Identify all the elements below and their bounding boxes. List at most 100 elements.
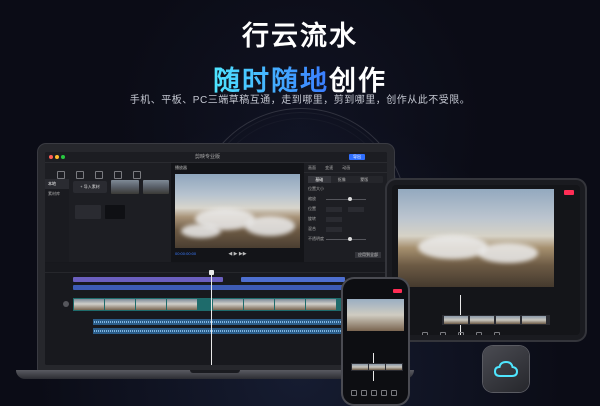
audio-track[interactable] <box>93 328 345 334</box>
effects-track-clip[interactable] <box>73 277 223 282</box>
player-panel: 播放器 00:00:00:00 ◀ ▶ ▶▶ <box>171 163 304 262</box>
inspector-row: 缩放 <box>308 196 383 204</box>
media-toolbar <box>57 166 167 197</box>
delete-icon[interactable] <box>476 332 482 335</box>
text-tab-icon[interactable] <box>95 171 103 179</box>
volume-icon[interactable] <box>440 332 446 335</box>
phone-preview-video[interactable] <box>347 299 404 331</box>
video-thumbnail <box>213 299 243 310</box>
sidebar-item-library[interactable]: 素材库 <box>45 189 69 199</box>
cloud-shape <box>245 216 295 236</box>
slider-knob[interactable] <box>348 197 352 201</box>
effects-icon[interactable] <box>381 390 387 396</box>
window-title: 剪映专业版 <box>195 154 221 160</box>
app-title-bar: 剪映专业版 导出 <box>45 152 387 163</box>
tablet-preview-video[interactable] <box>398 189 554 287</box>
play-icon[interactable]: ◀ ▶ ▶▶ <box>228 251 246 257</box>
effects-track-clip[interactable] <box>241 277 345 282</box>
close-window-dot[interactable] <box>49 155 53 159</box>
row-label: 缩放 <box>308 196 316 201</box>
hero-headline: 行云流水 随时随地创作 <box>0 14 600 98</box>
audio-track[interactable] <box>93 319 345 325</box>
tab-animation[interactable]: 动画 <box>342 165 350 170</box>
media-thumbnail[interactable] <box>111 180 139 194</box>
cloud-shape <box>418 235 488 259</box>
video-thumbnail <box>522 316 546 324</box>
position-y-field[interactable] <box>348 207 364 212</box>
position-x-field[interactable] <box>326 207 342 212</box>
effects-tab-icon[interactable] <box>133 171 141 179</box>
animation-icon[interactable] <box>458 332 464 335</box>
scale-slider[interactable] <box>326 199 366 200</box>
tablet-export-button[interactable] <box>564 190 574 195</box>
audio-waveform <box>94 321 344 323</box>
cloud-shape <box>478 243 538 263</box>
laptop-notch <box>190 370 240 373</box>
video-track[interactable] <box>73 298 345 311</box>
headline-line1: 行云流水 <box>242 21 358 51</box>
media-tab-icon[interactable] <box>57 171 65 179</box>
inspector-row: 位置大小 <box>308 186 383 194</box>
maximize-window-dot[interactable] <box>61 155 65 159</box>
rotation-field[interactable] <box>326 217 342 222</box>
opacity-slider[interactable] <box>326 239 366 240</box>
text-icon[interactable] <box>361 390 367 396</box>
phone-device <box>343 279 408 404</box>
sidebar-item-local[interactable]: 本地 <box>45 179 69 189</box>
split-icon[interactable] <box>351 390 357 396</box>
playhead[interactable] <box>209 270 214 365</box>
export-button[interactable]: 导出 <box>349 154 365 160</box>
laptop-screen: 剪映专业版 导出 本地 素材库 + 导入素材 播放器 00:00:00:00 ◀… <box>45 152 387 365</box>
tablet-device <box>387 180 585 340</box>
timeline-panel <box>45 263 387 365</box>
preview-video[interactable] <box>175 174 300 248</box>
row-label: 不透明度 <box>308 236 324 241</box>
phone-export-button[interactable] <box>393 289 402 293</box>
media-thumbnail[interactable] <box>143 180 169 194</box>
tab-picture[interactable]: 画面 <box>308 165 316 170</box>
player-label: 播放器 <box>175 165 187 170</box>
audio-waveform <box>94 330 344 332</box>
row-label: 混合 <box>308 226 316 231</box>
row-label: 旋转 <box>308 216 316 221</box>
audio-tab-icon[interactable] <box>76 171 84 179</box>
video-thumbnail <box>74 299 104 310</box>
inspector-subtabs: 基础 抠像 蒙版 <box>308 176 383 183</box>
video-thumbnail <box>167 299 197 310</box>
subtab-chroma[interactable]: 抠像 <box>331 176 354 183</box>
audio-icon[interactable] <box>371 390 377 396</box>
tab-speed[interactable]: 变速 <box>325 165 333 170</box>
video-thumbnail <box>386 364 402 370</box>
cloud-icon <box>493 360 519 377</box>
phone-video-track[interactable] <box>351 363 403 371</box>
video-thumbnail <box>369 364 385 370</box>
tablet-video-track[interactable] <box>442 315 550 325</box>
media-sidebar: 本地 素材库 <box>45 179 69 262</box>
cover-button[interactable] <box>63 301 69 307</box>
filter-icon[interactable] <box>391 390 397 396</box>
media-panel: 本地 素材库 + 导入素材 <box>45 163 171 262</box>
apply-all-button[interactable]: 应用到全部 <box>355 252 381 258</box>
app-icon <box>483 346 529 392</box>
more-icon[interactable] <box>494 332 500 335</box>
inspector-tabs: 画面 变速 动画 <box>304 163 387 173</box>
timeline-toolbar <box>45 263 387 273</box>
media-thumbnail[interactable] <box>105 205 125 219</box>
slider-knob[interactable] <box>348 237 352 241</box>
blend-mode-select[interactable] <box>326 227 342 232</box>
subtab-basic[interactable]: 基础 <box>308 176 331 183</box>
sticker-tab-icon[interactable] <box>114 171 122 179</box>
inspector-row: 不透明度 <box>308 236 383 244</box>
timecode: 00:00:00:00 <box>175 251 197 256</box>
text-track-clip[interactable] <box>73 285 345 290</box>
minimize-window-dot[interactable] <box>55 155 59 159</box>
video-thumbnail <box>275 299 305 310</box>
video-thumbnail <box>136 299 166 310</box>
hero-subtitle: 手机、平板、PC三端草稿互通，走到哪里，剪到哪里，创作从此不受限。 <box>129 95 471 106</box>
speed-icon[interactable] <box>422 332 428 335</box>
media-thumbnail[interactable] <box>75 205 101 219</box>
inspector-panel: 画面 变速 动画 基础 抠像 蒙版 位置大小 缩放 位置 旋转 混合 不透明度 应用… <box>304 163 387 262</box>
subtab-mask[interactable]: 蒙版 <box>353 176 376 183</box>
tablet-screen <box>392 185 580 335</box>
import-media-button[interactable]: + 导入素材 <box>73 181 107 193</box>
